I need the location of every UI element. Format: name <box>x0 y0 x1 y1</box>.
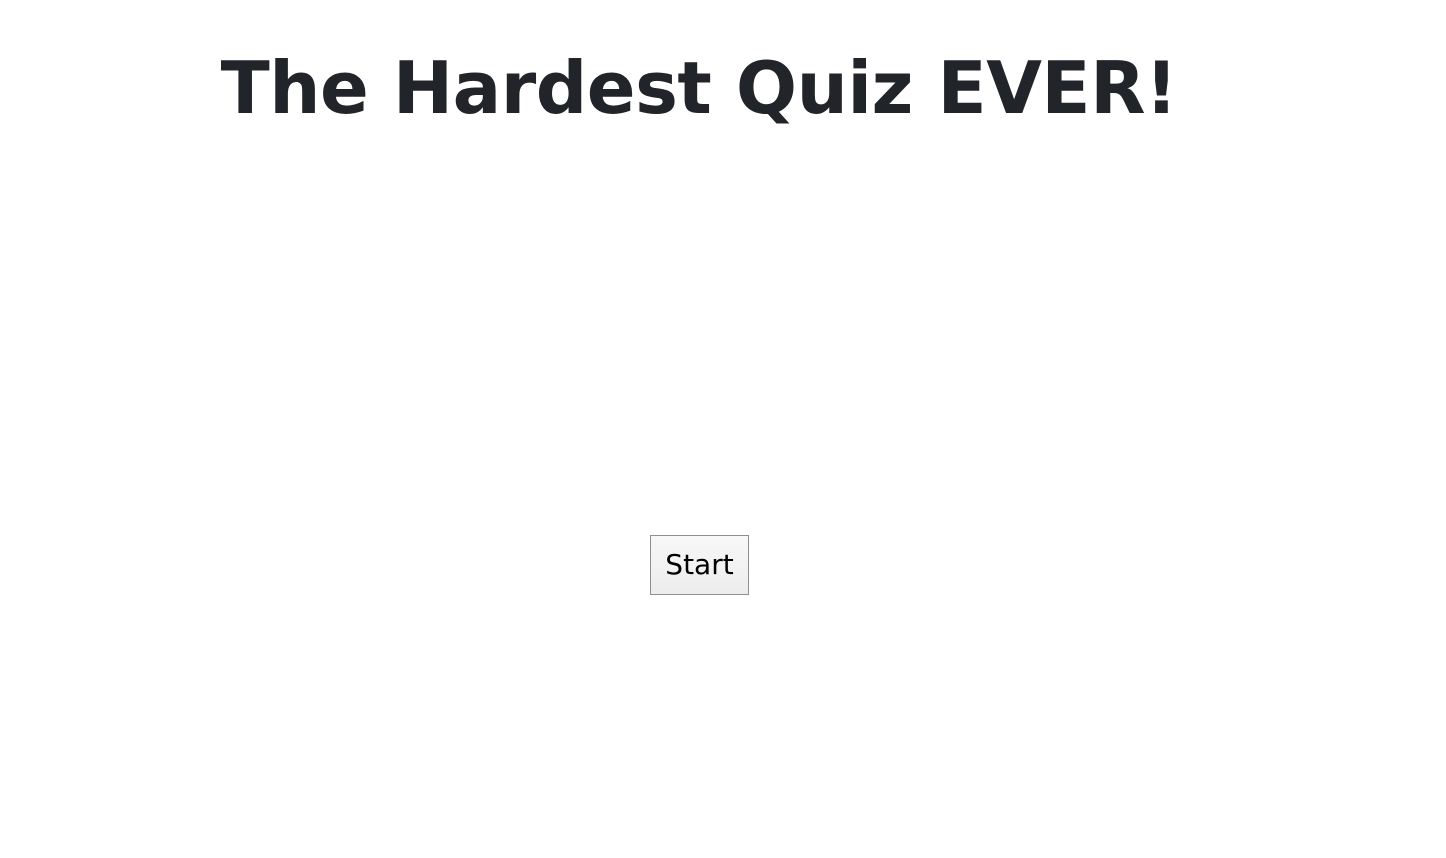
start-button[interactable]: Start <box>650 535 749 595</box>
page-title: The Hardest Quiz EVER! <box>220 46 1178 130</box>
